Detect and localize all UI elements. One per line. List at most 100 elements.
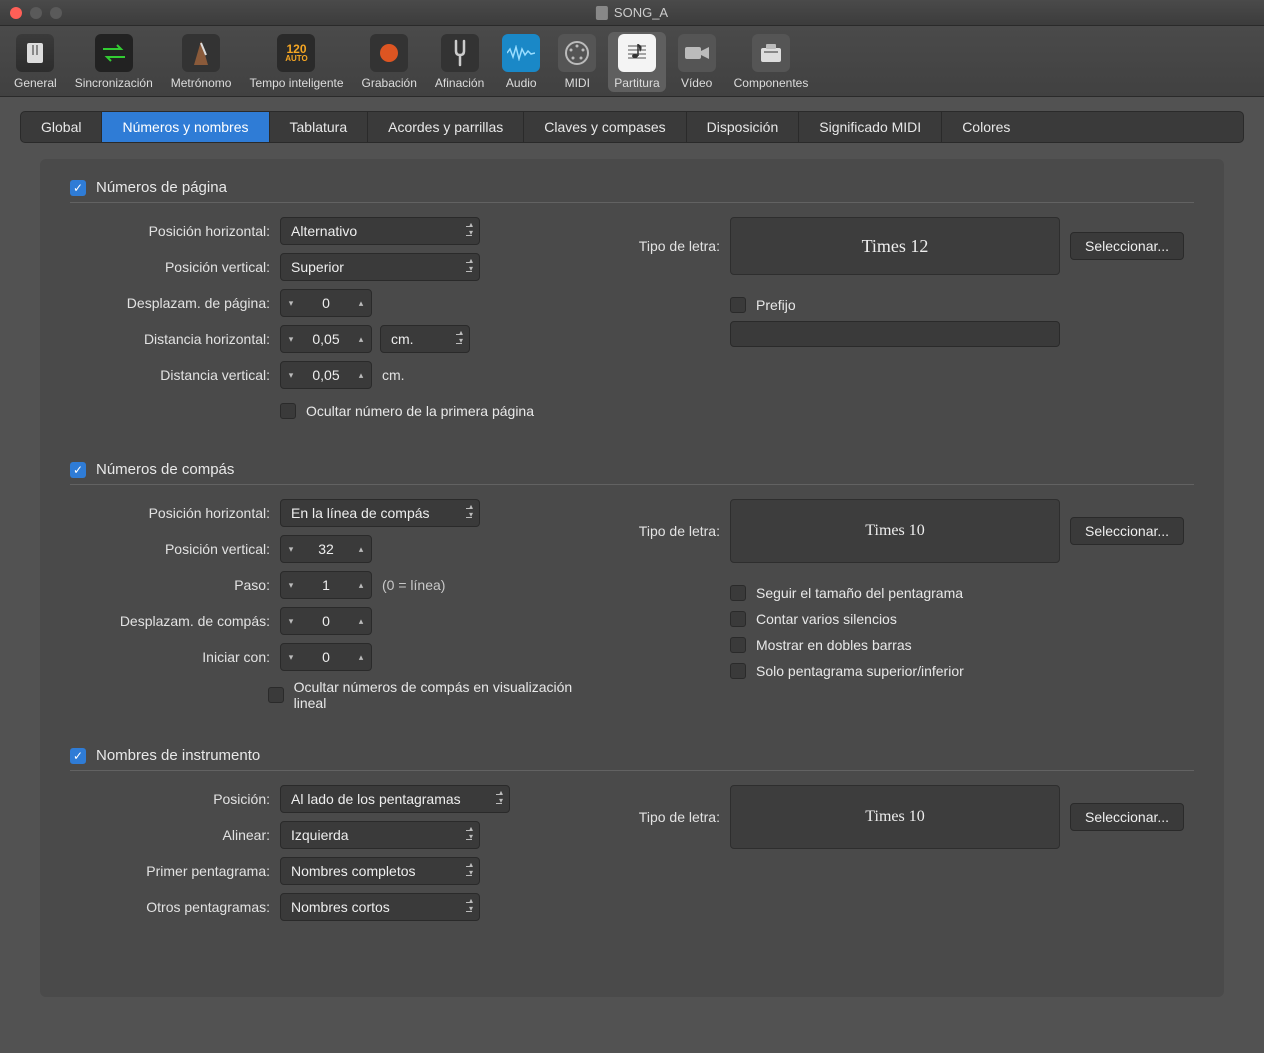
section-title: Nombres de instrumento (96, 747, 260, 764)
minimize-icon[interactable] (30, 7, 42, 19)
bar-numbers-checkbox[interactable]: ✓ (70, 462, 86, 478)
toolbar-score[interactable]: Partitura (608, 32, 665, 92)
h-position-label: Posición horizontal: (70, 223, 280, 239)
stepper-down-icon[interactable]: ▾ (281, 652, 301, 663)
v-position-label: Posición vertical: (70, 541, 280, 557)
window-controls (10, 7, 62, 19)
tab-clefs-signatures[interactable]: Claves y compases (524, 112, 686, 142)
settings-tabs: Global Números y nombres Tablatura Acord… (20, 111, 1244, 143)
record-icon (370, 34, 408, 72)
toolbar-components[interactable]: Componentes (728, 32, 815, 92)
align-select[interactable]: Izquierda▴▾ (280, 821, 480, 849)
page-numbers-checkbox[interactable]: ✓ (70, 180, 86, 196)
prefix-checkbox[interactable] (730, 297, 746, 313)
h-distance-label: Distancia horizontal: (70, 331, 280, 347)
toolbar-sync[interactable]: Sincronización (69, 32, 159, 92)
other-staff-select[interactable]: Nombres cortos▴▾ (280, 893, 480, 921)
bar-offset-stepper[interactable]: ▾ 0 ▴ (280, 607, 372, 635)
prefix-input[interactable] (730, 321, 1060, 347)
toolbar-audio[interactable]: Audio (496, 32, 546, 92)
count-rests-checkbox[interactable] (730, 611, 746, 627)
v-position-select[interactable]: Superior▴▾ (280, 253, 480, 281)
general-icon (16, 34, 54, 72)
stepper-down-icon[interactable]: ▾ (281, 616, 301, 627)
start-with-stepper[interactable]: ▾ 0 ▴ (280, 643, 372, 671)
h-distance-stepper[interactable]: ▾ 0,05 ▴ (280, 325, 372, 353)
toolbar-tuning[interactable]: Afinación (429, 32, 490, 92)
font-label: Tipo de letra: (610, 523, 720, 539)
toolbar-label: Partitura (614, 76, 659, 90)
toolbar-label: Metrónomo (171, 76, 232, 90)
first-staff-select[interactable]: Nombres completos▴▾ (280, 857, 480, 885)
tab-layout[interactable]: Disposición (687, 112, 800, 142)
section-instrument-names: ✓ Nombres de instrumento Posición: Al la… (70, 747, 1194, 929)
toolbar-label: Sincronización (75, 76, 153, 90)
toolbar-video[interactable]: Vídeo (672, 32, 722, 92)
h-position-label: Posición horizontal: (70, 505, 280, 521)
stepper-up-icon[interactable]: ▴ (351, 298, 371, 309)
stepper-down-icon[interactable]: ▾ (281, 370, 301, 381)
toolbar-label: Componentes (734, 76, 809, 90)
select-font-button[interactable]: Seleccionar... (1070, 517, 1184, 545)
maximize-icon[interactable] (50, 7, 62, 19)
step-label: Paso: (70, 577, 280, 593)
stepper-up-icon[interactable]: ▴ (351, 370, 371, 381)
close-icon[interactable] (10, 7, 22, 19)
top-bottom-checkbox[interactable] (730, 663, 746, 679)
h-position-select[interactable]: Alternativo▴▾ (280, 217, 480, 245)
v-distance-stepper[interactable]: ▾ 0,05 ▴ (280, 361, 372, 389)
page-offset-stepper[interactable]: ▾ 0 ▴ (280, 289, 372, 317)
font-preview: Times 10 (730, 785, 1060, 849)
stepper-down-icon[interactable]: ▾ (281, 334, 301, 345)
tab-numbers-names[interactable]: Números y nombres (102, 112, 269, 142)
select-font-button[interactable]: Seleccionar... (1070, 232, 1184, 260)
toolbar-label: Tempo inteligente (249, 76, 343, 90)
hide-linear-checkbox[interactable] (268, 687, 283, 703)
bar-h-position-select[interactable]: En la línea de compás▴▾ (280, 499, 480, 527)
smart-tempo-icon: 120 AUTO (277, 34, 315, 72)
toolbar-general[interactable]: General (8, 32, 63, 92)
metronome-icon (182, 34, 220, 72)
stepper-up-icon[interactable]: ▴ (351, 544, 371, 555)
bar-v-position-stepper[interactable]: ▾ 32 ▴ (280, 535, 372, 563)
section-title: Números de compás (96, 461, 234, 478)
tuning-fork-icon (441, 34, 479, 72)
toolbar-midi[interactable]: MIDI (552, 32, 602, 92)
v-distance-label: Distancia vertical: (70, 367, 280, 383)
settings-panel: ✓ Números de página Posición horizontal:… (40, 159, 1224, 997)
stepper-down-icon[interactable]: ▾ (281, 580, 301, 591)
hide-first-page-checkbox[interactable] (280, 403, 296, 419)
instrument-names-checkbox[interactable]: ✓ (70, 748, 86, 764)
toolbar-smart-tempo[interactable]: 120 AUTO Tempo inteligente (243, 32, 349, 92)
position-select[interactable]: Al lado de los pentagramas▴▾ (280, 785, 510, 813)
step-stepper[interactable]: ▾ 1 ▴ (280, 571, 372, 599)
titlebar: SONG_A (0, 0, 1264, 26)
tab-tablature[interactable]: Tablatura (270, 112, 369, 142)
video-icon (678, 34, 716, 72)
stepper-down-icon[interactable]: ▾ (281, 544, 301, 555)
stepper-up-icon[interactable]: ▴ (351, 616, 371, 627)
page-offset-label: Desplazam. de página: (70, 295, 280, 311)
stepper-up-icon[interactable]: ▴ (351, 652, 371, 663)
tab-global[interactable]: Global (21, 112, 102, 142)
stepper-up-icon[interactable]: ▴ (351, 334, 371, 345)
score-icon (618, 34, 656, 72)
show-double-checkbox[interactable] (730, 637, 746, 653)
toolbar-recording[interactable]: Grabación (356, 32, 423, 92)
toolbar-label: Grabación (362, 76, 417, 90)
tab-colors[interactable]: Colores (942, 112, 1030, 142)
start-with-label: Iniciar con: (70, 649, 280, 665)
v-distance-unit: cm. (382, 367, 405, 383)
stepper-up-icon[interactable]: ▴ (351, 580, 371, 591)
audio-icon (502, 34, 540, 72)
h-distance-unit-select[interactable]: cm.▴▾ (380, 325, 470, 353)
tab-midi-meaning[interactable]: Significado MIDI (799, 112, 942, 142)
select-font-button[interactable]: Seleccionar... (1070, 803, 1184, 831)
tab-chords-grids[interactable]: Acordes y parrillas (368, 112, 524, 142)
window-title-text: SONG_A (614, 5, 668, 20)
stepper-down-icon[interactable]: ▾ (281, 298, 301, 309)
toolbar-metronome[interactable]: Metrónomo (165, 32, 238, 92)
first-staff-label: Primer pentagrama: (70, 863, 280, 879)
document-icon (596, 6, 608, 20)
follow-staff-checkbox[interactable] (730, 585, 746, 601)
